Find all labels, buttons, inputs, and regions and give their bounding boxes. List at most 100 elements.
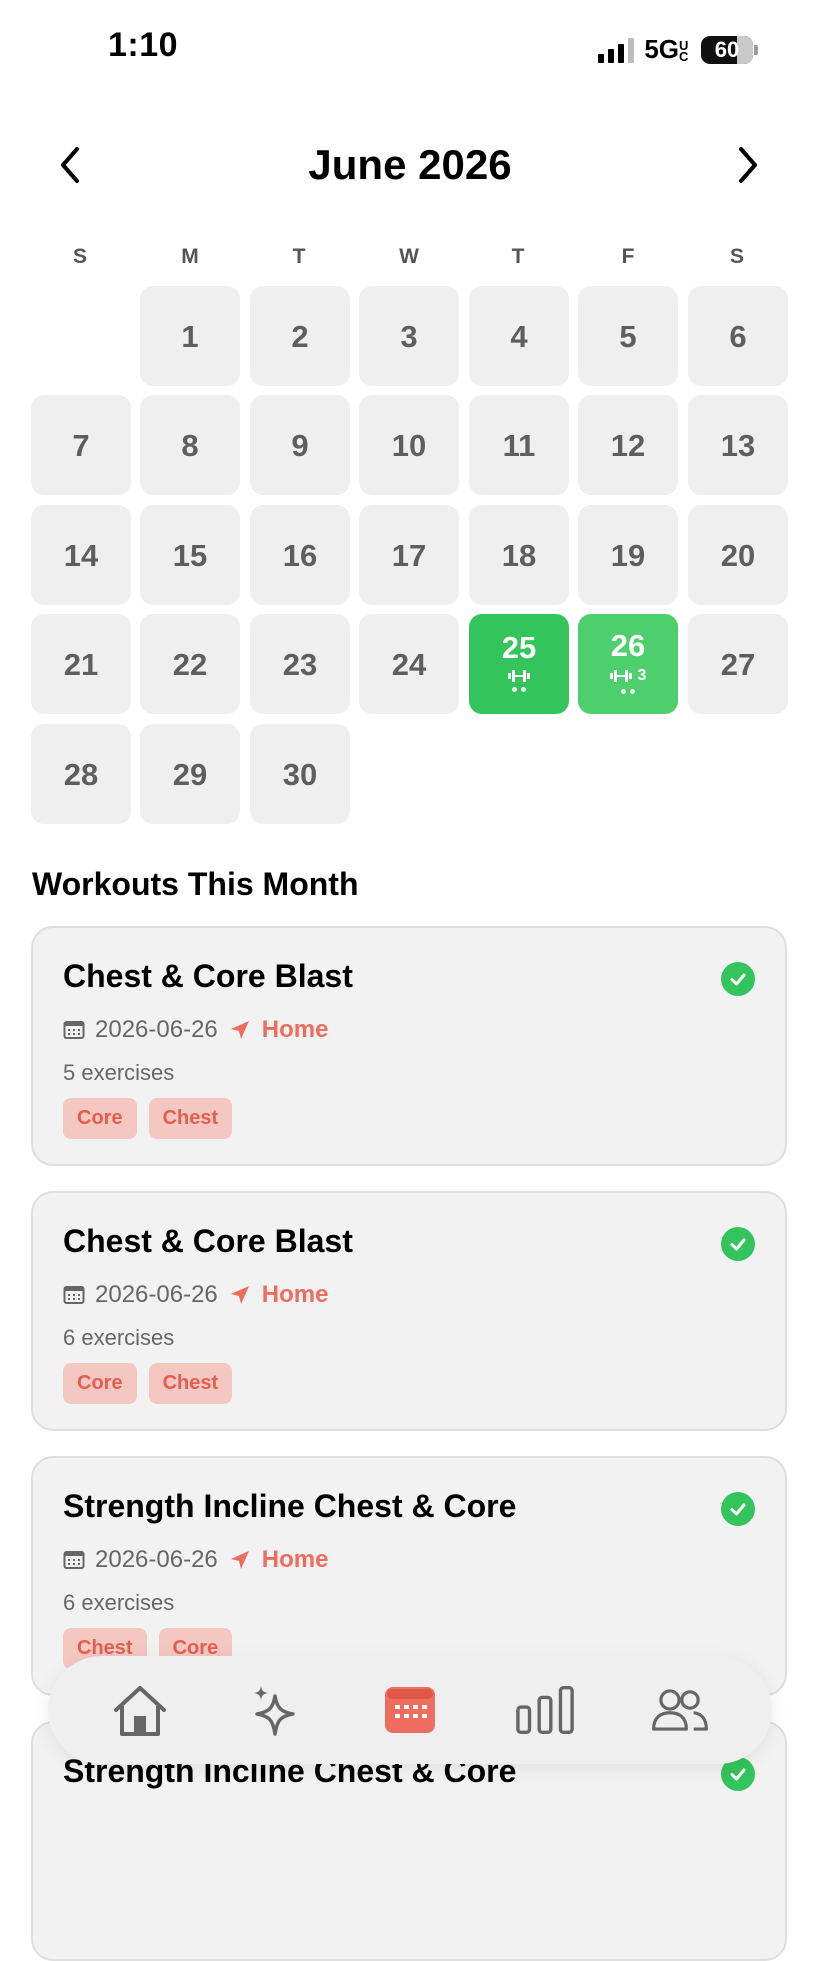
day-number: 6: [729, 318, 747, 354]
day-number: 16: [282, 537, 318, 573]
calendar-icon: [387, 1689, 433, 1731]
calendar-day[interactable]: 1: [140, 286, 240, 386]
completed-check-icon: [721, 1492, 755, 1526]
muscle-tag: Chest: [148, 1098, 233, 1139]
calendar-small-icon: [63, 1551, 85, 1569]
calendar-day[interactable]: 20: [688, 505, 788, 605]
day-number: 2: [291, 318, 309, 354]
calendar-day[interactable]: 26 3: [578, 614, 678, 714]
workout-dots: [621, 689, 635, 694]
calendar-day[interactable]: 25: [469, 614, 569, 714]
day-number: 26: [610, 628, 646, 663]
calendar-day[interactable]: 17: [359, 505, 459, 605]
workout-count: 3: [637, 667, 647, 684]
tab-stats[interactable]: [515, 1682, 575, 1738]
calendar-day[interactable]: 10: [359, 395, 459, 495]
bottom-tab-bar: [48, 1656, 772, 1764]
workout-title: Chest & Core Blast: [63, 1223, 353, 1259]
day-number: 25: [501, 630, 537, 665]
calendar-day[interactable]: 16: [250, 505, 350, 605]
calendar-small-icon: [63, 1286, 85, 1304]
day-number: 14: [63, 537, 99, 573]
calendar-day[interactable]: 4: [469, 286, 569, 386]
day-number: 19: [610, 537, 646, 573]
calendar-day[interactable]: 22: [140, 614, 240, 714]
day-number: 21: [63, 646, 99, 682]
calendar-day[interactable]: 9: [250, 395, 350, 495]
workout-date: 2026-06-26: [95, 1281, 218, 1308]
location-arrow-icon: [230, 1286, 249, 1304]
calendar-day[interactable]: 14: [31, 505, 131, 605]
workout-location: Home: [261, 1016, 329, 1043]
workout-location: Home: [261, 1546, 329, 1573]
workout-title: Strength Incline Chest & Core: [63, 1488, 517, 1524]
workout-date: 2026-06-26: [95, 1016, 218, 1043]
calendar-day[interactable]: 2: [250, 286, 350, 386]
day-number: 8: [181, 427, 199, 463]
muscle-tag: Core: [63, 1098, 137, 1139]
calendar-day[interactable]: 5: [578, 286, 678, 386]
calendar-day[interactable]: 21: [31, 614, 131, 714]
workout-date: 2026-06-26: [95, 1546, 218, 1573]
calendar-day[interactable]: 11: [469, 395, 569, 495]
calendar-day[interactable]: 27: [688, 614, 788, 714]
day-number: 11: [502, 427, 536, 463]
calendar-day[interactable]: 6: [688, 286, 788, 386]
location-arrow-icon: [230, 1551, 249, 1569]
tab-home[interactable]: [110, 1682, 170, 1738]
calendar-day[interactable]: 23: [250, 614, 350, 714]
day-number: 22: [172, 646, 208, 682]
section-title: Workouts This Month: [32, 866, 359, 902]
day-number: 29: [172, 756, 208, 792]
day-number: 3: [400, 318, 418, 354]
location-arrow-icon: [230, 1021, 249, 1039]
calendar-day[interactable]: 15: [140, 505, 240, 605]
dumbbell-icon: [609, 670, 632, 682]
calendar-day[interactable]: 19: [578, 505, 678, 605]
day-number: 28: [63, 756, 99, 792]
calendar-day[interactable]: 12: [578, 395, 678, 495]
tab-calendar[interactable]: [380, 1682, 440, 1738]
calendar-day[interactable]: 29: [140, 724, 240, 824]
day-number: 27: [720, 646, 756, 682]
calendar-day[interactable]: 30: [250, 724, 350, 824]
calendar-grid: 1 2 3 4 5 6 7 8 9 10 11 12 13 14 15 16 17 18 19 20 21 22 23 24 2…: [0, 0, 820, 830]
calendar-day[interactable]: 28: [31, 724, 131, 824]
tab-community[interactable]: [650, 1682, 710, 1738]
workout-location: Home: [261, 1281, 329, 1308]
calendar-day[interactable]: 8: [140, 395, 240, 495]
stats-icon: [516, 1686, 574, 1734]
calendar-day[interactable]: 24: [359, 614, 459, 714]
workout-dots: [512, 687, 526, 692]
dumbbell-icon: [508, 670, 530, 682]
day-number: 10: [391, 427, 427, 463]
home-icon: [114, 1686, 166, 1736]
day-number: 13: [720, 427, 756, 463]
completed-check-icon: [721, 1227, 755, 1261]
day-workout-meta: 3: [609, 667, 647, 685]
workout-card[interactable]: Chest & Core Blast 2026-06-26 Home 6 exe…: [31, 1191, 787, 1431]
workout-title: Chest & Core Blast: [63, 958, 353, 994]
calendar-small-icon: [63, 1021, 85, 1039]
day-number: 18: [501, 537, 537, 573]
completed-check-icon: [721, 962, 755, 996]
exercise-count: 5 exercises: [63, 1060, 175, 1085]
calendar-day[interactable]: 13: [688, 395, 788, 495]
day-number: 24: [391, 646, 427, 682]
exercise-count: 6 exercises: [63, 1325, 175, 1350]
day-number: 23: [282, 646, 318, 682]
day-workout-meta: [508, 669, 530, 683]
day-number: 15: [172, 537, 208, 573]
calendar-day[interactable]: 18: [469, 505, 569, 605]
tab-ai[interactable]: [245, 1682, 305, 1738]
day-number: 5: [619, 318, 637, 354]
day-number: 12: [610, 427, 646, 463]
day-number: 30: [282, 756, 318, 792]
workout-card[interactable]: Chest & Core Blast 2026-06-26 Home 5 exe…: [31, 926, 787, 1166]
day-number: 1: [181, 318, 199, 354]
day-number: 7: [72, 427, 90, 463]
sparkle-icon: [254, 1686, 295, 1736]
muscle-tag: Chest: [148, 1363, 233, 1404]
calendar-day[interactable]: 7: [31, 395, 131, 495]
calendar-day[interactable]: 3: [359, 286, 459, 386]
